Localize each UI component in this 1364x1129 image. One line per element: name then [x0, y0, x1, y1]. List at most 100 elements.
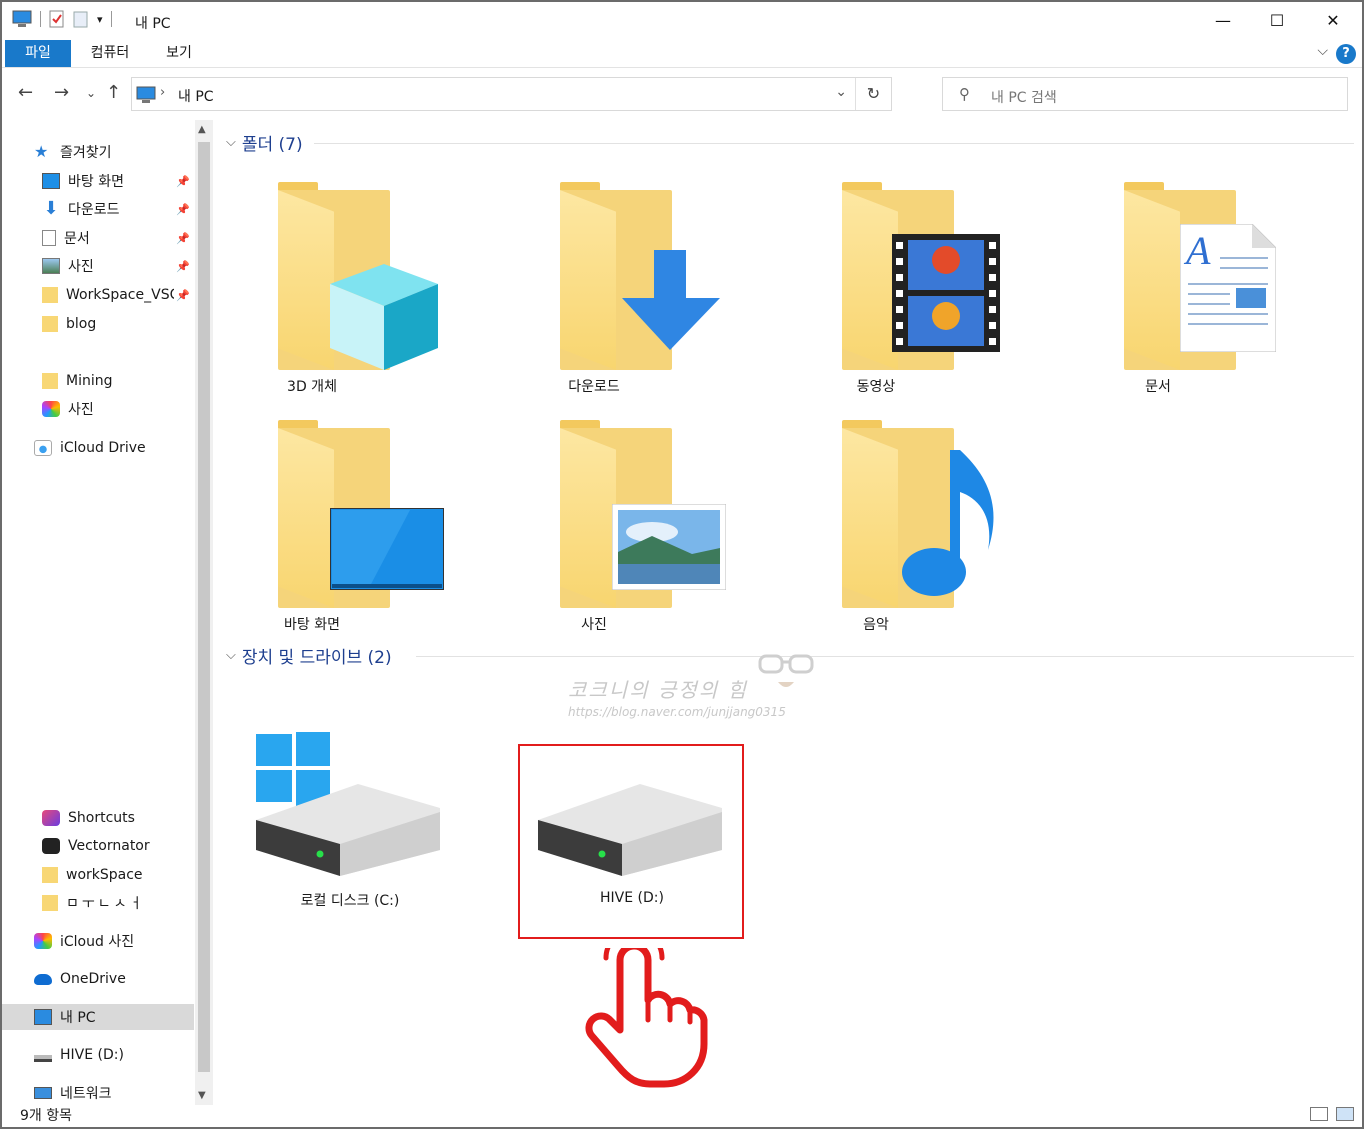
nav-docs-folder[interactable]: ㅁㅜㄴㅅㅓ: [2, 890, 194, 916]
nav-label: 즐겨찾기: [60, 145, 112, 161]
devices-header-label: 장치 및 드라이브 (2): [241, 648, 392, 668]
nav-label: HIVE (D:): [60, 1047, 124, 1063]
pin-icon[interactable]: 📌: [176, 232, 190, 245]
recent-locations-icon[interactable]: ⌄: [86, 86, 96, 100]
tab-computer[interactable]: 컴퓨터: [78, 40, 142, 67]
folder-front: [560, 428, 616, 608]
folder-icon: [42, 316, 58, 332]
photos-app-icon: [34, 933, 52, 949]
nav-scrollbar[interactable]: ▲ ▼: [195, 120, 213, 1105]
nav-workspace-vscode[interactable]: WorkSpace_VSCode 📌: [2, 282, 194, 308]
maximize-button[interactable]: ☐: [1250, 2, 1304, 38]
help-icon[interactable]: ?: [1336, 44, 1356, 64]
folder-documents[interactable]: A 문서: [1068, 182, 1276, 412]
folder-desktop[interactable]: 바탕 화면: [222, 420, 444, 650]
pc-icon: [136, 86, 156, 103]
explorer-window: ▾ 내 PC — ☐ ✕ 파일 컴퓨터 보기 ⌵ ? ← → ⌄ ↑ › 내 P…: [0, 0, 1364, 1129]
folder-downloads[interactable]: 다운로드: [504, 182, 720, 412]
large-icons-view-icon[interactable]: [1336, 1107, 1354, 1121]
scrollbar-thumb[interactable]: [198, 142, 210, 1072]
drive-icon: [34, 1054, 52, 1062]
refresh-button[interactable]: ↻: [855, 78, 891, 110]
pin-icon[interactable]: 📌: [176, 175, 190, 188]
tab-view[interactable]: 보기: [152, 40, 206, 67]
scroll-down-icon[interactable]: ▼: [198, 1090, 206, 1101]
nav-blog[interactable]: blog: [2, 311, 194, 337]
nav-label: 다운로드: [68, 202, 120, 218]
breadcrumb-separator-icon[interactable]: ›: [160, 85, 165, 100]
nav-label: blog: [66, 316, 97, 332]
nav-workspace[interactable]: workSpace: [2, 862, 194, 888]
folder-label: 3D 개체: [287, 379, 337, 395]
glasses-icon: [758, 654, 814, 687]
up-button[interactable]: ↑: [106, 82, 121, 103]
pin-icon[interactable]: 📌: [176, 260, 190, 273]
search-box[interactable]: ⚲ 내 PC 검색: [942, 77, 1348, 111]
address-dropdown-icon[interactable]: ⌄: [835, 84, 847, 100]
folder-label: 음악: [863, 617, 889, 633]
nav-photos[interactable]: 사진: [2, 396, 194, 422]
close-button[interactable]: ✕: [1306, 2, 1360, 38]
quick-access-dropdown-icon[interactable]: ▾: [97, 13, 103, 26]
scroll-up-icon[interactable]: ▲: [198, 124, 206, 135]
folder-pictures[interactable]: 사진: [504, 420, 726, 650]
svg-text:A: A: [1183, 228, 1211, 273]
nav-desktop[interactable]: 바탕 화면 📌: [2, 168, 194, 194]
pin-icon[interactable]: 📌: [176, 289, 190, 302]
folder-label: 사진: [581, 617, 607, 633]
nav-label: Vectornator: [68, 838, 150, 854]
star-icon: ★: [34, 142, 49, 161]
pin-icon[interactable]: 📌: [176, 203, 190, 216]
folder-front: [278, 428, 334, 608]
ribbon-expand-icon[interactable]: ⌵: [1317, 43, 1328, 59]
folder-videos[interactable]: 동영상: [786, 182, 1000, 412]
tab-file[interactable]: 파일: [5, 40, 71, 67]
back-button[interactable]: ←: [18, 82, 33, 103]
nav-favorites[interactable]: ★ 즐겨찾기: [2, 139, 194, 165]
group-divider: [314, 143, 1354, 144]
windows-drive-icon: [256, 732, 440, 876]
desktop-icon: [42, 173, 60, 189]
forward-button[interactable]: →: [54, 82, 69, 103]
nav-icloud-drive[interactable]: iCloud Drive: [2, 435, 194, 461]
nav-label: 문서: [64, 231, 90, 247]
nav-documents[interactable]: 문서 📌: [2, 225, 194, 251]
drive-c[interactable]: 로컬 디스크 (C:): [240, 732, 460, 922]
minimize-button[interactable]: —: [1196, 2, 1250, 38]
address-bar[interactable]: › 내 PC ⌄ ↻: [131, 77, 892, 111]
highlight-box: [518, 744, 744, 939]
nav-downloads[interactable]: ⬇ 다운로드 📌: [2, 196, 194, 222]
nav-mining[interactable]: Mining: [2, 368, 194, 394]
nav-label: 내 PC: [60, 1010, 96, 1026]
status-bar: 9개 항목: [2, 1103, 1362, 1127]
document-icon: [42, 230, 56, 246]
breadcrumb[interactable]: 내 PC: [178, 86, 214, 106]
nav-label: workSpace: [66, 867, 143, 883]
folder-icon: [42, 895, 58, 911]
new-folder-icon[interactable]: [73, 10, 89, 28]
collapse-icon[interactable]: ⌵: [226, 135, 236, 150]
folder-front: [842, 428, 898, 608]
nav-icloud-photos[interactable]: iCloud 사진: [2, 928, 194, 954]
nav-shortcuts[interactable]: Shortcuts: [2, 805, 194, 831]
folder-music[interactable]: 음악: [786, 420, 994, 650]
nav-pictures[interactable]: 사진 📌: [2, 253, 194, 279]
details-view-icon[interactable]: [1310, 1107, 1328, 1121]
devices-group-header[interactable]: ⌵ 장치 및 드라이브 (2): [226, 643, 392, 668]
network-icon: [34, 1087, 52, 1099]
nav-this-pc[interactable]: 내 PC: [2, 1004, 194, 1030]
music-folder-icon: [902, 450, 994, 596]
videos-folder-icon: [892, 234, 1000, 352]
collapse-icon[interactable]: ⌵: [226, 648, 236, 663]
item-count: 9개 항목: [20, 1108, 72, 1124]
search-input[interactable]: 내 PC 검색: [991, 87, 1057, 107]
folders-group-header[interactable]: ⌵ 폴더 (7): [226, 130, 303, 155]
nav-hive-drive[interactable]: HIVE (D:): [2, 1042, 194, 1068]
folder-label: 동영상: [856, 379, 896, 395]
properties-icon[interactable]: [49, 10, 65, 28]
drive-label: 로컬 디스크 (C:): [300, 893, 400, 909]
nav-vectornator[interactable]: Vectornator: [2, 833, 194, 859]
folder-3d-objects[interactable]: 3D 개체: [222, 182, 438, 412]
nav-label: 바탕 화면: [68, 174, 124, 190]
nav-onedrive[interactable]: OneDrive: [2, 966, 194, 992]
